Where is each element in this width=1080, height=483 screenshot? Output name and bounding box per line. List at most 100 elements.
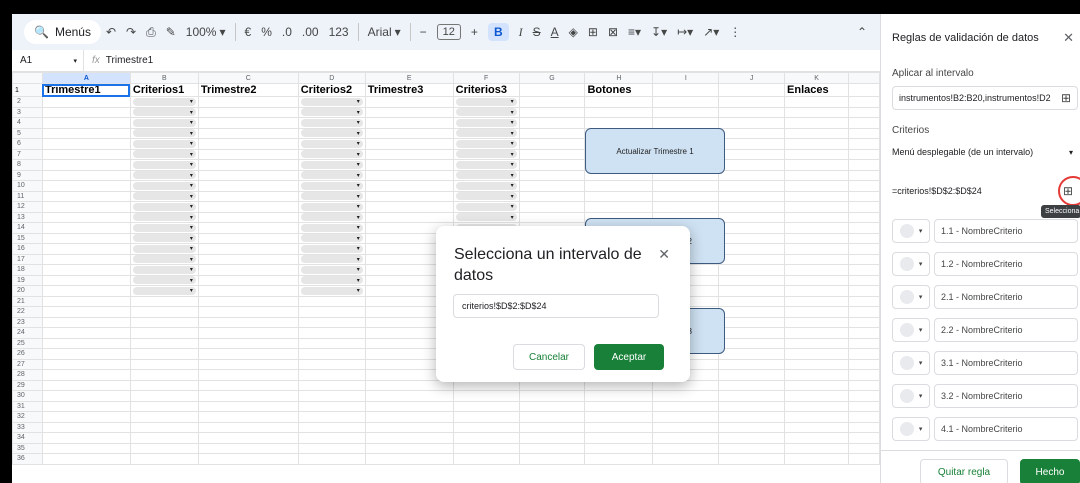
row-header[interactable]: 17 bbox=[12, 253, 43, 265]
cell[interactable] bbox=[718, 190, 786, 202]
column-header-d[interactable]: D bbox=[297, 72, 366, 84]
cell[interactable] bbox=[784, 390, 849, 402]
dropdown-chip[interactable]: ▾ bbox=[300, 181, 363, 190]
cell[interactable] bbox=[848, 148, 880, 160]
cell[interactable]: ▾ bbox=[452, 159, 520, 171]
cell[interactable] bbox=[297, 379, 366, 391]
row-header[interactable]: 36 bbox=[12, 453, 43, 465]
cell[interactable]: ▾ bbox=[129, 253, 199, 265]
cell[interactable] bbox=[364, 96, 454, 108]
cell[interactable] bbox=[848, 83, 880, 97]
cell[interactable] bbox=[718, 117, 786, 129]
cell[interactable] bbox=[41, 390, 131, 402]
italic-button[interactable]: I bbox=[514, 25, 528, 40]
dropdown-chip[interactable]: ▾ bbox=[132, 139, 196, 148]
dropdown-chip[interactable]: ▾ bbox=[300, 255, 363, 264]
dropdown-chip[interactable]: ▾ bbox=[132, 286, 196, 295]
dropdown-chip[interactable]: ▾ bbox=[300, 265, 363, 274]
dropdown-chip[interactable]: ▾ bbox=[132, 255, 196, 264]
row-header[interactable]: 26 bbox=[12, 348, 43, 360]
cell[interactable] bbox=[297, 411, 366, 423]
cell[interactable]: ▾ bbox=[129, 243, 199, 255]
column-header-a[interactable]: A bbox=[41, 72, 131, 84]
cell[interactable] bbox=[197, 348, 299, 360]
dropdown-chip[interactable]: ▾ bbox=[132, 160, 196, 169]
cell[interactable]: ▾ bbox=[297, 106, 366, 118]
cell[interactable] bbox=[364, 201, 454, 213]
cell[interactable] bbox=[718, 442, 786, 454]
cell[interactable] bbox=[784, 327, 849, 339]
cell[interactable] bbox=[452, 453, 520, 465]
cell[interactable] bbox=[718, 253, 786, 265]
cell[interactable] bbox=[784, 190, 849, 202]
zoom-select[interactable]: 100% ▾ bbox=[181, 25, 231, 39]
cell[interactable] bbox=[518, 96, 586, 108]
cell[interactable] bbox=[718, 369, 786, 381]
column-header-f[interactable]: F bbox=[452, 72, 520, 84]
cell[interactable] bbox=[652, 453, 720, 465]
cell[interactable] bbox=[584, 421, 654, 433]
cell[interactable]: ▾ bbox=[297, 274, 366, 286]
row-header[interactable]: 24 bbox=[12, 327, 43, 339]
cell[interactable] bbox=[197, 243, 299, 255]
cell[interactable] bbox=[584, 411, 654, 423]
cell[interactable] bbox=[41, 169, 131, 181]
apply-range-field[interactable]: instrumentos!B2:B20,instrumentos!D2 ⊞ bbox=[892, 86, 1078, 110]
cell[interactable] bbox=[718, 274, 786, 286]
cell[interactable] bbox=[297, 400, 366, 412]
cell[interactable]: Criterios3 bbox=[452, 83, 520, 97]
cell[interactable] bbox=[129, 348, 199, 360]
cell[interactable] bbox=[197, 180, 299, 192]
cell[interactable] bbox=[129, 379, 199, 391]
dropdown-chip[interactable]: ▾ bbox=[132, 213, 196, 222]
cell[interactable] bbox=[197, 337, 299, 349]
cell[interactable] bbox=[297, 327, 366, 339]
cell[interactable] bbox=[848, 180, 880, 192]
increase-decimal-button[interactable]: .00 bbox=[297, 25, 324, 39]
cell[interactable] bbox=[41, 106, 131, 118]
cell[interactable] bbox=[848, 222, 880, 234]
cell[interactable]: ▾ bbox=[129, 264, 199, 276]
cell[interactable] bbox=[718, 138, 786, 150]
cell[interactable]: ▾ bbox=[297, 243, 366, 255]
cell[interactable] bbox=[652, 83, 720, 97]
cell[interactable] bbox=[41, 274, 131, 286]
cell[interactable] bbox=[197, 127, 299, 139]
cell[interactable] bbox=[652, 201, 720, 213]
dropdown-chip[interactable]: ▾ bbox=[132, 97, 196, 106]
cell[interactable]: ▾ bbox=[297, 96, 366, 108]
cell[interactable] bbox=[518, 421, 586, 433]
cell[interactable] bbox=[297, 453, 366, 465]
cell[interactable] bbox=[297, 306, 366, 318]
cell[interactable] bbox=[41, 180, 131, 192]
cell[interactable]: ▾ bbox=[452, 169, 520, 181]
corner-cell[interactable] bbox=[12, 72, 43, 84]
cell[interactable] bbox=[584, 400, 654, 412]
cell[interactable] bbox=[848, 442, 880, 454]
cell[interactable] bbox=[848, 117, 880, 129]
cell[interactable] bbox=[718, 411, 786, 423]
cell[interactable] bbox=[197, 190, 299, 202]
column-header-h[interactable]: H bbox=[584, 72, 654, 84]
remove-rule-button[interactable]: Quitar regla bbox=[920, 459, 1008, 483]
cell[interactable]: ▾ bbox=[297, 117, 366, 129]
cell[interactable] bbox=[197, 411, 299, 423]
cell[interactable] bbox=[197, 285, 299, 297]
cell[interactable] bbox=[41, 432, 131, 444]
cell[interactable] bbox=[784, 379, 849, 391]
more-icon[interactable]: ⋮ bbox=[724, 25, 746, 39]
cell[interactable] bbox=[784, 411, 849, 423]
cell[interactable] bbox=[652, 421, 720, 433]
cell[interactable] bbox=[584, 390, 654, 402]
cell[interactable] bbox=[848, 432, 880, 444]
cell[interactable]: ▾ bbox=[297, 201, 366, 213]
row-header[interactable]: 9 bbox=[12, 169, 43, 181]
percent-button[interactable]: % bbox=[256, 25, 277, 39]
cell[interactable] bbox=[197, 201, 299, 213]
cancel-button[interactable]: Cancelar bbox=[513, 344, 585, 370]
criteria-range-field[interactable]: =criterios!$D$2:$D$24 ⊞ bbox=[881, 179, 1079, 203]
dropdown-chip[interactable]: ▾ bbox=[132, 108, 196, 117]
row-header[interactable]: 16 bbox=[12, 243, 43, 255]
cell[interactable] bbox=[197, 232, 299, 244]
cell[interactable] bbox=[518, 148, 586, 160]
